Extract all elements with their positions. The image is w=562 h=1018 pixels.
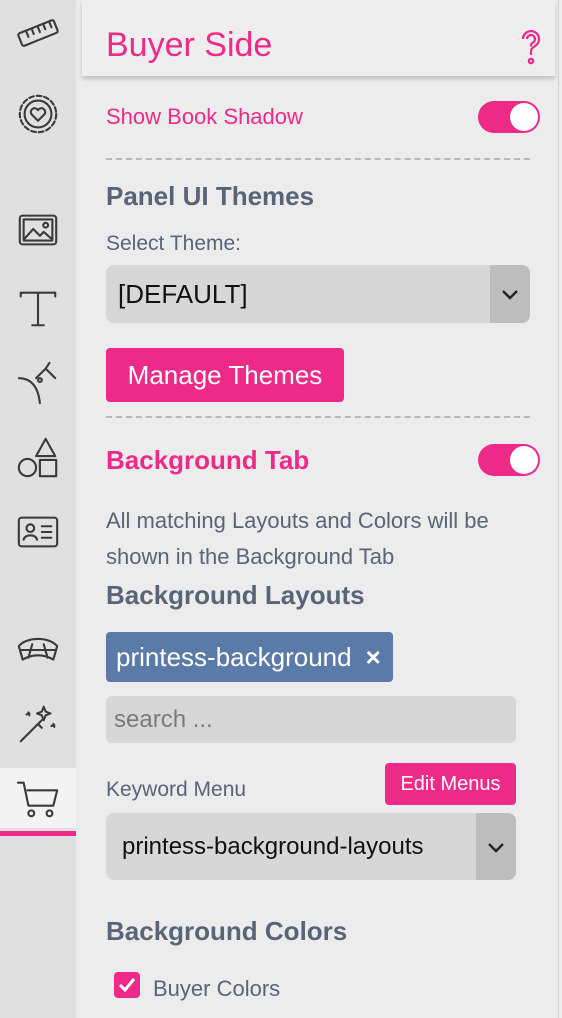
panel-divider bbox=[558, 0, 559, 1018]
curve-pen-icon[interactable] bbox=[0, 352, 76, 412]
cart-icon[interactable] bbox=[0, 768, 76, 836]
icon-rail bbox=[0, 0, 76, 1018]
divider bbox=[106, 416, 530, 418]
background-layouts-title: Background Layouts bbox=[106, 580, 365, 610]
manage-themes-button[interactable]: Manage Themes bbox=[106, 348, 344, 402]
shapes-icon[interactable] bbox=[0, 428, 76, 488]
search-input[interactable] bbox=[106, 696, 516, 743]
magic-wand-icon[interactable] bbox=[0, 694, 76, 754]
buyer-colors-checkbox[interactable] bbox=[114, 972, 140, 998]
theme-select-value: [DEFAULT] bbox=[118, 279, 248, 309]
id-card-icon[interactable] bbox=[0, 502, 76, 562]
chevron-down-icon bbox=[476, 813, 516, 880]
background-tab-description: All matching Layouts and Colors will be … bbox=[106, 508, 489, 569]
select-theme-label: Select Theme: bbox=[106, 232, 242, 255]
theme-select[interactable]: [DEFAULT] bbox=[106, 265, 530, 323]
buyer-colors-label: Buyer Colors bbox=[153, 976, 281, 1001]
layout-chip: printess-background × bbox=[106, 632, 393, 682]
heart-badge-icon[interactable] bbox=[0, 84, 76, 144]
show-book-shadow-toggle[interactable] bbox=[478, 101, 540, 133]
question-mark-icon[interactable] bbox=[516, 28, 546, 66]
divider bbox=[106, 158, 530, 160]
background-colors-title: Background Colors bbox=[106, 916, 348, 946]
show-book-shadow-label: Show Book Shadow bbox=[106, 104, 303, 129]
chip-label: printess-background bbox=[116, 641, 352, 672]
image-icon[interactable] bbox=[0, 200, 76, 260]
edit-menus-button[interactable]: Edit Menus bbox=[385, 763, 516, 805]
close-icon[interactable]: × bbox=[366, 644, 381, 670]
keyword-menu-select[interactable]: printess-background-layouts bbox=[106, 813, 516, 880]
keyword-menu-label: Keyword Menu bbox=[106, 778, 247, 801]
toggle-knob bbox=[510, 446, 538, 474]
page-title: Buyer Side bbox=[106, 26, 273, 64]
chevron-down-icon bbox=[490, 265, 530, 323]
text-icon[interactable] bbox=[0, 278, 76, 338]
ruler-icon[interactable] bbox=[0, 4, 76, 64]
background-tab-label: Background Tab bbox=[106, 445, 310, 475]
active-tab-indicator bbox=[0, 831, 76, 836]
keyword-menu-value: printess-background-layouts bbox=[122, 833, 424, 860]
toggle-knob bbox=[510, 103, 538, 131]
panel-header: Buyer Side bbox=[82, 0, 555, 76]
background-tab-toggle[interactable] bbox=[478, 444, 540, 476]
panel-ui-themes-title: Panel UI Themes bbox=[106, 181, 315, 211]
paper-tray-icon[interactable] bbox=[0, 620, 76, 680]
